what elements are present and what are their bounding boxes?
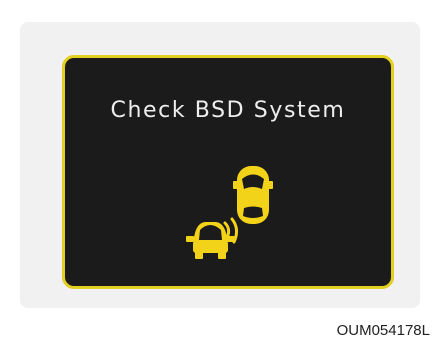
front-car-icon bbox=[233, 166, 273, 224]
figure-code: OUM054178L bbox=[336, 322, 430, 339]
cluster-display: Check BSD System bbox=[62, 55, 394, 289]
bsd-illustration bbox=[186, 166, 273, 259]
